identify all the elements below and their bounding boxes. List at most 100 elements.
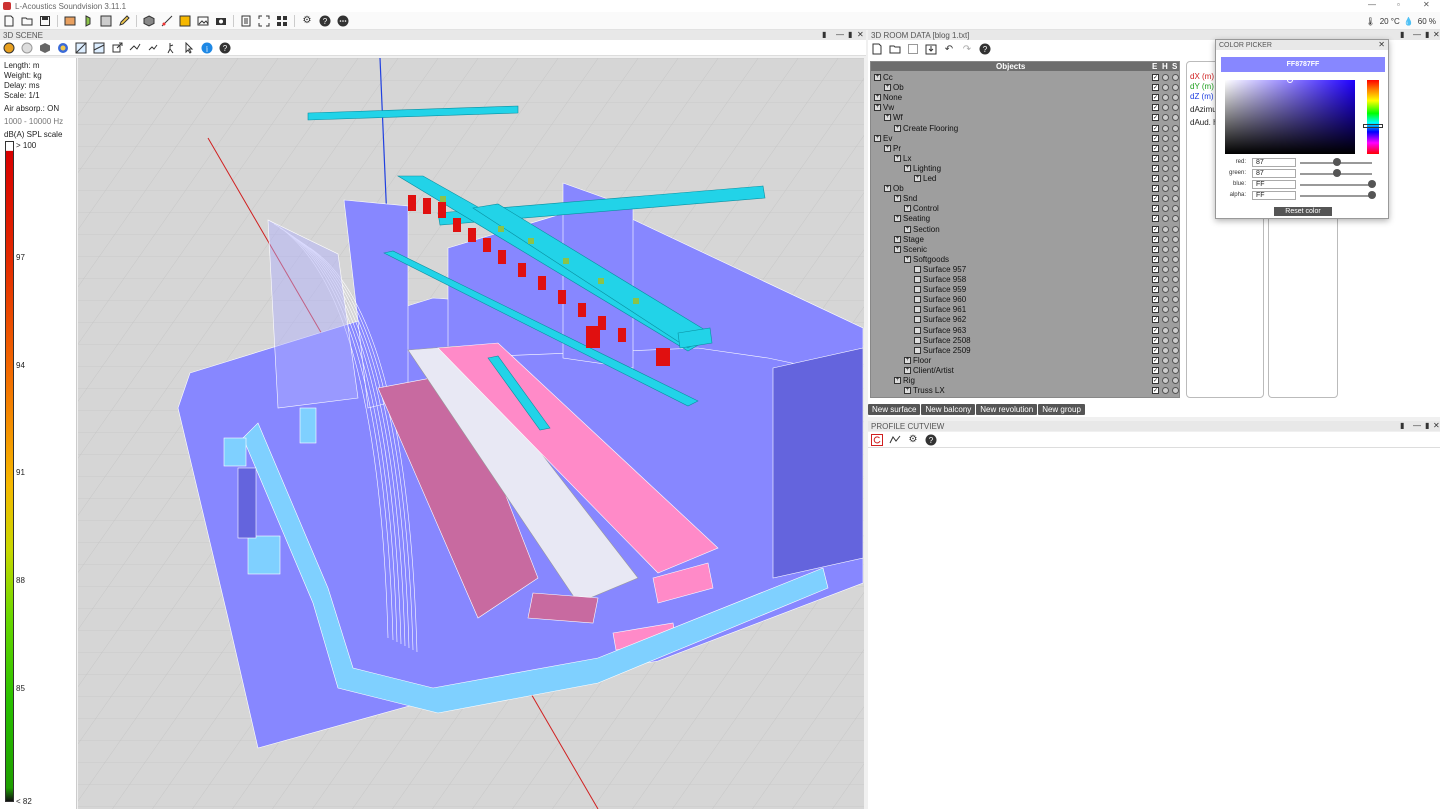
- tree-item[interactable]: + Floor ✓: [871, 356, 1179, 366]
- panel-float-button[interactable]: ▮: [1425, 30, 1429, 39]
- source-color-icon[interactable]: [2, 41, 16, 55]
- tree-expander-icon[interactable]: +: [904, 164, 911, 172]
- help-icon[interactable]: ?: [318, 14, 332, 28]
- minimize-button[interactable]: —: [1368, 0, 1376, 9]
- maximize-button[interactable]: ▫: [1397, 0, 1400, 9]
- solo-toggle[interactable]: [1172, 94, 1179, 102]
- solo-toggle[interactable]: [1172, 205, 1179, 213]
- hide-toggle[interactable]: [1162, 74, 1169, 81]
- new-revolution-button[interactable]: New revolution: [976, 404, 1038, 415]
- alpha-slider-track[interactable]: [1300, 195, 1372, 197]
- tree-expander-icon[interactable]: +: [884, 185, 891, 193]
- profile-help-icon[interactable]: ?: [924, 433, 938, 447]
- enable-checkbox[interactable]: ✓: [1152, 276, 1159, 283]
- solo-toggle[interactable]: [1172, 255, 1179, 263]
- tree-expander-icon[interactable]: +: [874, 94, 881, 102]
- room-help-icon[interactable]: ?: [978, 42, 992, 56]
- solo-toggle[interactable]: [1172, 296, 1179, 304]
- tree-item[interactable]: Surface 963 ✓: [871, 326, 1179, 336]
- hide-toggle[interactable]: [1162, 296, 1169, 304]
- tree-expander-icon[interactable]: +: [904, 387, 911, 395]
- hide-toggle[interactable]: [1162, 94, 1169, 102]
- room-view-icon[interactable]: [63, 14, 77, 28]
- tree-expander-icon[interactable]: [914, 316, 921, 324]
- tree-expander-icon[interactable]: +: [914, 175, 921, 182]
- solo-toggle[interactable]: [1172, 245, 1179, 253]
- gear-icon[interactable]: ⚙: [300, 14, 314, 28]
- hide-toggle[interactable]: [1162, 326, 1169, 334]
- tree-item[interactable]: Surface 962 ✓: [871, 315, 1179, 325]
- solo-toggle[interactable]: [1172, 225, 1179, 233]
- red-input[interactable]: 87: [1252, 158, 1296, 167]
- new-file-icon[interactable]: [2, 14, 16, 28]
- tree-item[interactable]: + Pr ✓: [871, 144, 1179, 154]
- measure-icon[interactable]: [160, 14, 174, 28]
- tree-item[interactable]: + Create Flooring ✓: [871, 124, 1179, 134]
- layout-grid-icon[interactable]: [275, 14, 289, 28]
- alpha-slider-knob[interactable]: [1368, 191, 1376, 199]
- enable-checkbox[interactable]: ✓: [1152, 134, 1159, 142]
- enable-checkbox[interactable]: ✓: [1152, 306, 1159, 314]
- open-folder-icon[interactable]: [20, 14, 34, 28]
- save-icon[interactable]: [906, 42, 920, 56]
- enable-checkbox[interactable]: ✓: [1152, 154, 1159, 162]
- new-balcony-button[interactable]: New balcony: [921, 404, 976, 415]
- import-icon[interactable]: [924, 42, 938, 56]
- solo-toggle[interactable]: [1172, 164, 1179, 172]
- tree-expander-icon[interactable]: [914, 346, 921, 354]
- enable-checkbox[interactable]: ✓: [1152, 366, 1159, 374]
- color-cursor[interactable]: [1287, 77, 1293, 83]
- enable-checkbox[interactable]: ✓: [1152, 104, 1159, 112]
- tree-item[interactable]: + Ob ✓: [871, 184, 1179, 194]
- tree-expander-icon[interactable]: +: [894, 377, 901, 384]
- solo-toggle[interactable]: [1172, 154, 1179, 162]
- rotate-tool-icon[interactable]: [146, 41, 160, 55]
- tree-item[interactable]: Surface 958 ✓: [871, 275, 1179, 285]
- hide-toggle[interactable]: [1162, 124, 1169, 132]
- open-folder-icon[interactable]: [888, 42, 902, 56]
- panel-float-button[interactable]: ▮: [848, 30, 852, 39]
- tree-expander-icon[interactable]: +: [894, 154, 901, 162]
- panel-close-button[interactable]: ✕: [1433, 421, 1440, 430]
- tree-expander-icon[interactable]: [914, 296, 921, 304]
- new-file-icon[interactable]: [870, 42, 884, 56]
- tree-expander-icon[interactable]: [914, 276, 921, 283]
- solo-toggle[interactable]: [1172, 276, 1179, 283]
- image-icon[interactable]: [196, 14, 210, 28]
- enable-checkbox[interactable]: ✓: [1152, 387, 1159, 395]
- solo-toggle[interactable]: [1172, 74, 1179, 81]
- green-input[interactable]: 87: [1252, 169, 1296, 178]
- panel-close-button[interactable]: ✕: [857, 30, 864, 39]
- tree-expander-icon[interactable]: +: [884, 84, 891, 92]
- export-icon[interactable]: [110, 41, 124, 55]
- solo-toggle[interactable]: [1172, 326, 1179, 334]
- enable-checkbox[interactable]: ✓: [1152, 195, 1159, 203]
- tree-item[interactable]: Surface 2509 ✓: [871, 346, 1179, 356]
- hide-toggle[interactable]: [1162, 225, 1169, 233]
- tree-item[interactable]: + Section ✓: [871, 225, 1179, 235]
- hide-toggle[interactable]: [1162, 235, 1169, 243]
- tree-item[interactable]: Surface 957 ✓: [871, 265, 1179, 275]
- tree-expander-icon[interactable]: +: [894, 245, 901, 253]
- tree-item[interactable]: + Seating ✓: [871, 214, 1179, 224]
- tree-expander-icon[interactable]: +: [904, 255, 911, 263]
- enable-checkbox[interactable]: ✓: [1152, 225, 1159, 233]
- info-icon[interactable]: i: [200, 41, 214, 55]
- enable-checkbox[interactable]: ✓: [1152, 265, 1159, 273]
- hide-toggle[interactable]: [1162, 356, 1169, 364]
- solo-toggle[interactable]: [1172, 185, 1179, 193]
- tree-expander-icon[interactable]: +: [894, 235, 901, 243]
- tree-expander-icon[interactable]: +: [894, 124, 901, 132]
- blue-slider-knob[interactable]: [1368, 180, 1376, 188]
- tree-expander-icon[interactable]: +: [894, 215, 901, 223]
- enable-checkbox[interactable]: ✓: [1152, 94, 1159, 102]
- color-picker-close-button[interactable]: ✕: [1378, 40, 1385, 49]
- sphere-icon[interactable]: [20, 41, 34, 55]
- enable-checkbox[interactable]: ✓: [1152, 336, 1159, 344]
- solo-toggle[interactable]: [1172, 336, 1179, 344]
- box-icon[interactable]: [38, 41, 52, 55]
- tree-expander-icon[interactable]: +: [874, 134, 881, 142]
- panel-minimize-button[interactable]: —: [1413, 30, 1421, 39]
- hide-toggle[interactable]: [1162, 265, 1169, 273]
- enable-checkbox[interactable]: ✓: [1152, 346, 1159, 354]
